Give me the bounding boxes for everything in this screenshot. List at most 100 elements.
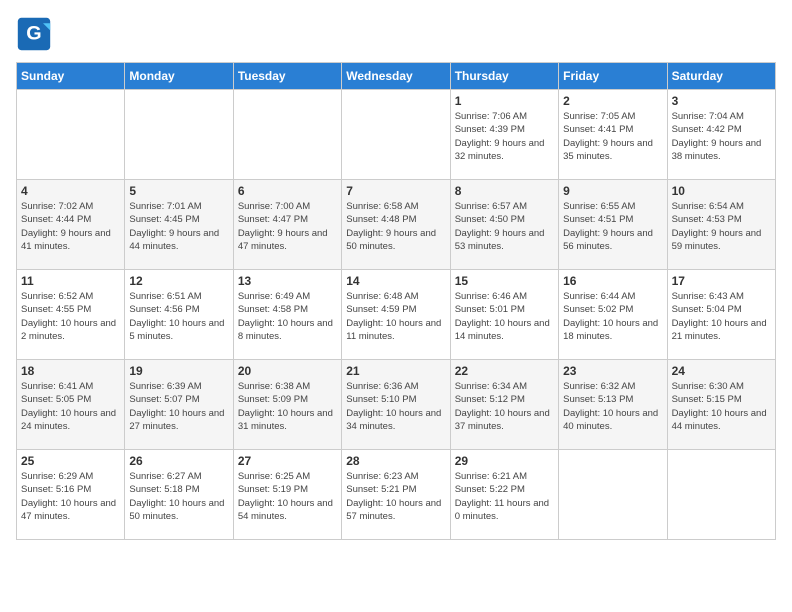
calendar-cell: 5Sunrise: 7:01 AM Sunset: 4:45 PM Daylig…: [125, 180, 233, 270]
calendar-header-row: SundayMondayTuesdayWednesdayThursdayFrid…: [17, 63, 776, 90]
calendar-cell: [667, 450, 775, 540]
day-info: Sunrise: 6:52 AM Sunset: 4:55 PM Dayligh…: [21, 290, 120, 343]
calendar-table: SundayMondayTuesdayWednesdayThursdayFrid…: [16, 62, 776, 540]
day-info: Sunrise: 6:34 AM Sunset: 5:12 PM Dayligh…: [455, 380, 554, 433]
day-info: Sunrise: 6:38 AM Sunset: 5:09 PM Dayligh…: [238, 380, 337, 433]
col-header-thursday: Thursday: [450, 63, 558, 90]
day-number: 4: [21, 184, 120, 198]
day-info: Sunrise: 6:21 AM Sunset: 5:22 PM Dayligh…: [455, 470, 554, 523]
calendar-cell: [342, 90, 450, 180]
day-number: 21: [346, 364, 445, 378]
day-number: 7: [346, 184, 445, 198]
col-header-friday: Friday: [559, 63, 667, 90]
day-number: 1: [455, 94, 554, 108]
calendar-cell: 24Sunrise: 6:30 AM Sunset: 5:15 PM Dayli…: [667, 360, 775, 450]
col-header-monday: Monday: [125, 63, 233, 90]
calendar-cell: [17, 90, 125, 180]
calendar-cell: 25 Sunrise: 6:29 AM Sunset: 5:16 PM Dayli…: [17, 450, 125, 540]
day-number: 10: [672, 184, 771, 198]
calendar-cell: 10 Sunrise: 6:54 AM Sunset: 4:53 PM Dayli…: [667, 180, 775, 270]
day-number: 27: [238, 454, 337, 468]
calendar-cell: 27 Sunrise: 6:25 AM Sunset: 5:19 PM Dayli…: [233, 450, 341, 540]
day-number: 28: [346, 454, 445, 468]
day-info: Sunrise: 6:54 AM Sunset: 4:53 PM Dayligh…: [672, 200, 771, 253]
calendar-cell: 19 Sunrise: 6:39 AM Sunset: 5:07 PM Dayli…: [125, 360, 233, 450]
day-info: Sunrise: 6:49 AM Sunset: 4:58 PM Dayligh…: [238, 290, 337, 343]
calendar-week-1: 1 Sunrise: 7:06 AM Sunset: 4:39 PM Daylig…: [17, 90, 776, 180]
day-number: 29: [455, 454, 554, 468]
calendar-cell: 3 Sunrise: 7:04 AM Sunset: 4:42 PM Daylig…: [667, 90, 775, 180]
day-number: 9: [563, 184, 662, 198]
day-number: 16: [563, 274, 662, 288]
day-number: 25: [21, 454, 120, 468]
col-header-sunday: Sunday: [17, 63, 125, 90]
day-info: Sunrise: 6:58 AM Sunset: 4:48 PM Dayligh…: [346, 200, 445, 253]
calendar-week-2: 4 Sunrise: 7:02 AM Sunset: 4:44 PM Daylig…: [17, 180, 776, 270]
calendar-cell: [233, 90, 341, 180]
day-number: 6: [238, 184, 337, 198]
day-info: Sunrise: 6:39 AM Sunset: 5:07 PM Dayligh…: [129, 380, 228, 433]
col-header-wednesday: Wednesday: [342, 63, 450, 90]
col-header-tuesday: Tuesday: [233, 63, 341, 90]
day-info: Sunrise: 6:51 AM Sunset: 4:56 PM Dayligh…: [129, 290, 228, 343]
day-info: Sunrise: 7:05 AM Sunset: 4:41 PM Dayligh…: [563, 110, 662, 163]
day-number: 2: [563, 94, 662, 108]
day-number: 26: [129, 454, 228, 468]
calendar-cell: 11 Sunrise: 6:52 AM Sunset: 4:55 PM Dayli…: [17, 270, 125, 360]
day-info: Sunrise: 6:25 AM Sunset: 5:19 PM Dayligh…: [238, 470, 337, 523]
calendar-cell: 29 Sunrise: 6:21 AM Sunset: 5:22 PM Dayli…: [450, 450, 558, 540]
calendar-cell: [559, 450, 667, 540]
day-info: Sunrise: 6:55 AM Sunset: 4:51 PM Dayligh…: [563, 200, 662, 253]
day-info: Sunrise: 6:43 AM Sunset: 5:04 PM Dayligh…: [672, 290, 771, 343]
logo-icon: G: [16, 16, 52, 52]
calendar-week-3: 11 Sunrise: 6:52 AM Sunset: 4:55 PM Dayli…: [17, 270, 776, 360]
calendar-cell: 7 Sunrise: 6:58 AM Sunset: 4:48 PM Daylig…: [342, 180, 450, 270]
calendar-cell: 15Sunrise: 6:46 AM Sunset: 5:01 PM Dayli…: [450, 270, 558, 360]
day-number: 22: [455, 364, 554, 378]
calendar-cell: 21 Sunrise: 6:36 AM Sunset: 5:10 PM Dayli…: [342, 360, 450, 450]
logo: G: [16, 16, 56, 52]
day-info: Sunrise: 7:01 AM Sunset: 4:45 PM Dayligh…: [129, 200, 228, 253]
day-info: Sunrise: 6:29 AM Sunset: 5:16 PM Dayligh…: [21, 470, 120, 523]
calendar-cell: 9 Sunrise: 6:55 AM Sunset: 4:51 PM Daylig…: [559, 180, 667, 270]
day-number: 3: [672, 94, 771, 108]
calendar-cell: 8Sunrise: 6:57 AM Sunset: 4:50 PM Daylig…: [450, 180, 558, 270]
day-info: Sunrise: 7:04 AM Sunset: 4:42 PM Dayligh…: [672, 110, 771, 163]
day-number: 19: [129, 364, 228, 378]
calendar-cell: [125, 90, 233, 180]
calendar-cell: 26 Sunrise: 6:27 AM Sunset: 5:18 PM Dayli…: [125, 450, 233, 540]
calendar-cell: 18Sunrise: 6:41 AM Sunset: 5:05 PM Dayli…: [17, 360, 125, 450]
day-info: Sunrise: 6:36 AM Sunset: 5:10 PM Dayligh…: [346, 380, 445, 433]
day-number: 15: [455, 274, 554, 288]
day-number: 24: [672, 364, 771, 378]
day-number: 23: [563, 364, 662, 378]
calendar-cell: 17 Sunrise: 6:43 AM Sunset: 5:04 PM Dayli…: [667, 270, 775, 360]
calendar-cell: 16 Sunrise: 6:44 AM Sunset: 5:02 PM Dayli…: [559, 270, 667, 360]
day-info: Sunrise: 6:48 AM Sunset: 4:59 PM Dayligh…: [346, 290, 445, 343]
calendar-cell: 1 Sunrise: 7:06 AM Sunset: 4:39 PM Daylig…: [450, 90, 558, 180]
day-info: Sunrise: 6:32 AM Sunset: 5:13 PM Dayligh…: [563, 380, 662, 433]
day-number: 11: [21, 274, 120, 288]
day-number: 12: [129, 274, 228, 288]
col-header-saturday: Saturday: [667, 63, 775, 90]
calendar-week-4: 18Sunrise: 6:41 AM Sunset: 5:05 PM Dayli…: [17, 360, 776, 450]
calendar-cell: 12 Sunrise: 6:51 AM Sunset: 4:56 PM Dayli…: [125, 270, 233, 360]
day-info: Sunrise: 7:00 AM Sunset: 4:47 PM Dayligh…: [238, 200, 337, 253]
day-info: Sunrise: 7:06 AM Sunset: 4:39 PM Dayligh…: [455, 110, 554, 163]
calendar-cell: 28Sunrise: 6:23 AM Sunset: 5:21 PM Dayli…: [342, 450, 450, 540]
day-number: 20: [238, 364, 337, 378]
calendar-cell: 14Sunrise: 6:48 AM Sunset: 4:59 PM Dayli…: [342, 270, 450, 360]
day-number: 18: [21, 364, 120, 378]
day-info: Sunrise: 7:02 AM Sunset: 4:44 PM Dayligh…: [21, 200, 120, 253]
calendar-cell: 22 Sunrise: 6:34 AM Sunset: 5:12 PM Dayli…: [450, 360, 558, 450]
svg-text:G: G: [26, 22, 41, 44]
day-info: Sunrise: 6:27 AM Sunset: 5:18 PM Dayligh…: [129, 470, 228, 523]
day-number: 8: [455, 184, 554, 198]
calendar-cell: 2 Sunrise: 7:05 AM Sunset: 4:41 PM Daylig…: [559, 90, 667, 180]
page-header: G: [16, 16, 776, 52]
calendar-week-5: 25 Sunrise: 6:29 AM Sunset: 5:16 PM Dayli…: [17, 450, 776, 540]
day-number: 17: [672, 274, 771, 288]
day-info: Sunrise: 6:44 AM Sunset: 5:02 PM Dayligh…: [563, 290, 662, 343]
calendar-cell: 23 Sunrise: 6:32 AM Sunset: 5:13 PM Dayli…: [559, 360, 667, 450]
day-number: 13: [238, 274, 337, 288]
